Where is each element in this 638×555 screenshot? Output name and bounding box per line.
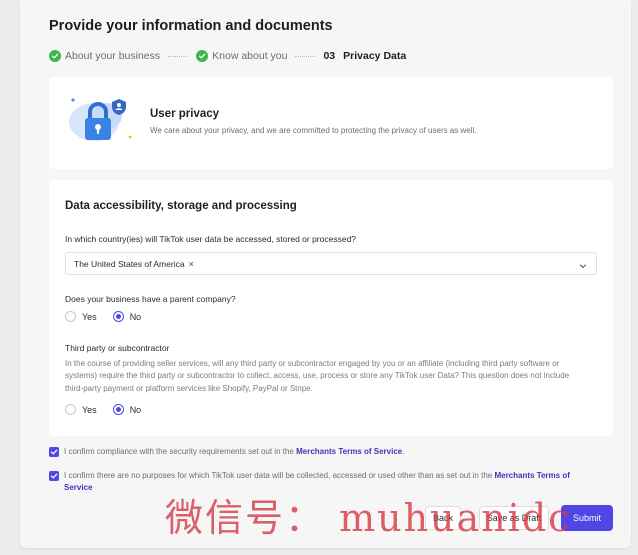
selected-country-tag: The United States of America × [74, 259, 194, 269]
security-confirmation: I confirm compliance with the security r… [49, 446, 404, 458]
chevron-down-icon[interactable] [578, 258, 588, 276]
confirm-suffix: . [402, 447, 405, 456]
step-divider [168, 55, 189, 57]
back-button[interactable]: Back [425, 506, 461, 530]
country-question-label: In which country(ies) will TikTok user d… [65, 234, 357, 244]
step-privacy-data[interactable]: 03 Privacy Data [323, 50, 406, 62]
security-confirm-checkbox[interactable] [49, 447, 59, 457]
step-number: 03 [323, 50, 336, 62]
stepper: About your business Know about you 03 Pr… [49, 49, 406, 63]
save-as-draft-button[interactable]: Save as Draft [479, 506, 549, 530]
radio-label: No [129, 311, 142, 322]
third-party-yes-option[interactable]: Yes [65, 404, 97, 415]
parent-company-no-option[interactable]: No [112, 311, 142, 322]
data-accessibility-panel: Data accessibility, storage and processi… [49, 180, 613, 436]
merchants-terms-link[interactable]: Merchants Terms of Service [296, 447, 402, 456]
purpose-confirm-checkbox[interactable] [49, 471, 59, 481]
radio-yes[interactable] [65, 404, 76, 415]
user-privacy-panel: User privacy We care about your privacy,… [49, 77, 613, 169]
parent-company-question-label: Does your business have a parent company… [65, 294, 236, 304]
step-know-about-you[interactable]: Know about you [196, 50, 287, 62]
submit-button[interactable]: Submit [561, 505, 613, 531]
selected-country: The United States of America [74, 259, 185, 269]
remove-tag-icon[interactable]: × [189, 259, 194, 269]
confirm-text: I confirm there are no purposes for whic… [64, 471, 495, 480]
page-title: Provide your information and documents [49, 18, 333, 34]
privacy-title: User privacy [150, 108, 220, 120]
section-title: Data accessibility, storage and processi… [65, 200, 297, 212]
parent-company-yes-option[interactable]: Yes [65, 311, 97, 322]
radio-label: Yes [82, 311, 97, 322]
step-label: Privacy Data [343, 50, 407, 62]
purpose-confirmation: I confirm there are no purposes for whic… [49, 470, 589, 494]
third-party-no-option[interactable]: No [112, 404, 142, 415]
step-label: Know about you [212, 50, 288, 62]
step-label: About your business [65, 50, 161, 62]
radio-no-selected[interactable] [112, 404, 124, 415]
radio-yes[interactable] [65, 311, 76, 322]
parent-company-radio-group: Yes No [65, 311, 157, 322]
radio-label: Yes [82, 404, 97, 415]
radio-label: No [129, 404, 142, 415]
third-party-description: In the course of providing seller servic… [65, 359, 570, 393]
privacy-lock-illustration-icon [67, 91, 133, 149]
step-about-business[interactable]: About your business [49, 50, 160, 62]
confirm-text: I confirm compliance with the security r… [64, 447, 297, 456]
radio-no-selected[interactable] [112, 311, 124, 322]
check-circle-icon [49, 50, 61, 62]
third-party-question-label: Third party or subcontractor [65, 343, 170, 353]
third-party-radio-group: Yes No [65, 404, 157, 415]
step-divider [295, 55, 316, 57]
country-select[interactable]: The United States of America × [65, 252, 597, 275]
check-circle-icon [196, 50, 209, 62]
privacy-description: We care about your privacy, and we are c… [150, 126, 477, 135]
